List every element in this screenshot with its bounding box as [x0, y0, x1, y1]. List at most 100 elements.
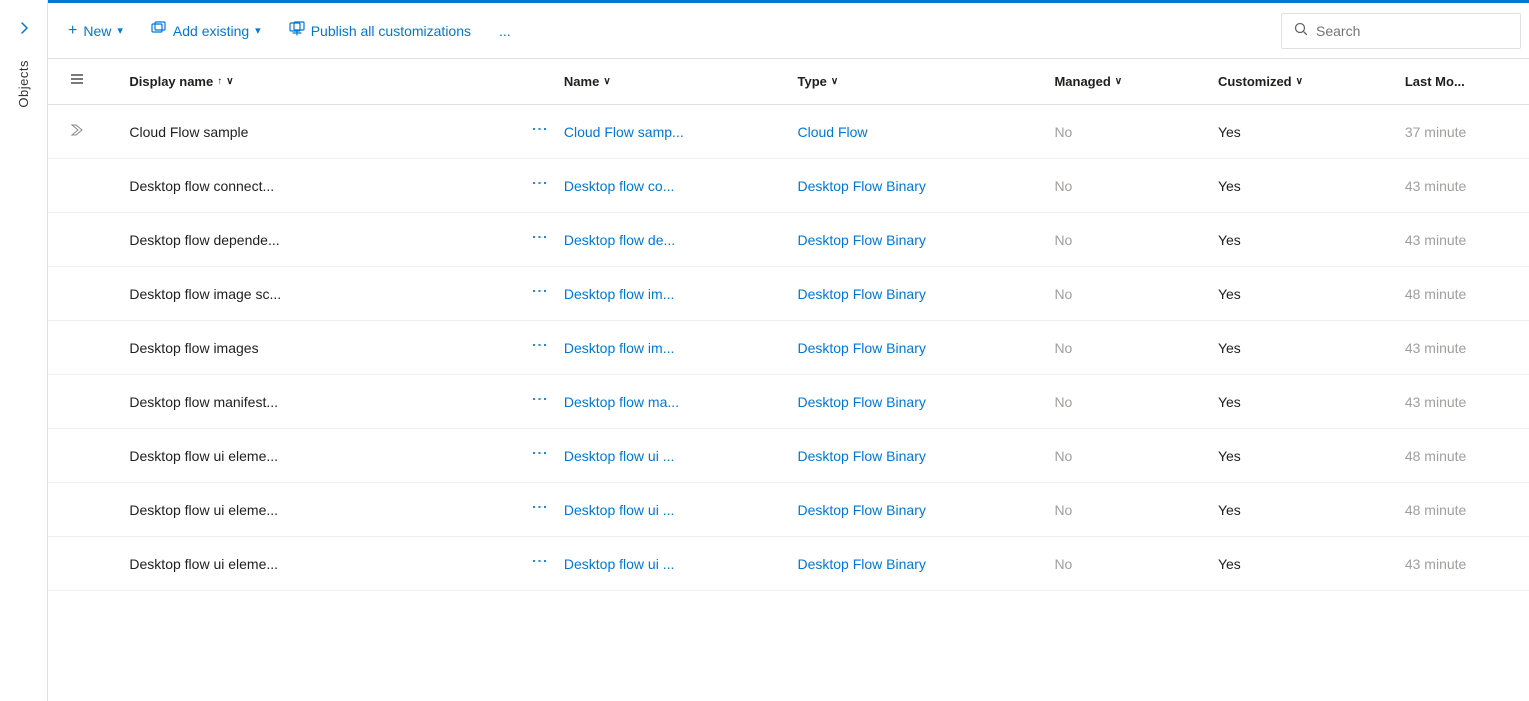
- new-chevron-icon[interactable]: ▾: [117, 24, 123, 37]
- row-menu-cell[interactable]: ⋮: [511, 537, 548, 591]
- name-sort[interactable]: Name ∨: [564, 74, 611, 89]
- add-existing-chevron-icon[interactable]: ▾: [255, 24, 261, 37]
- col-header-customized[interactable]: Customized ∨: [1202, 59, 1389, 105]
- search-input[interactable]: [1316, 23, 1508, 39]
- more-icon: ...: [499, 23, 511, 39]
- sort-desc-icon[interactable]: ∨: [226, 76, 233, 87]
- row-icon-cell: [48, 105, 113, 159]
- type-sort-icon[interactable]: ∨: [831, 76, 838, 87]
- table-row: Desktop flow ui eleme...⋮Desktop flow ui…: [48, 483, 1529, 537]
- row-context-menu-button[interactable]: ⋮: [527, 551, 548, 573]
- col-header-name[interactable]: Name ∨: [548, 59, 782, 105]
- row-customized: Yes: [1202, 267, 1389, 321]
- row-last-modified: 48 minute: [1389, 483, 1529, 537]
- row-menu-cell[interactable]: ⋮: [511, 321, 548, 375]
- row-name[interactable]: Desktop flow ui ...: [548, 537, 782, 591]
- row-type: Desktop Flow Binary: [781, 537, 1038, 591]
- row-managed: No: [1038, 483, 1202, 537]
- row-menu-cell[interactable]: ⋮: [511, 267, 548, 321]
- row-name[interactable]: Desktop flow im...: [548, 321, 782, 375]
- col-header-display-name[interactable]: Display name ↑ ∨: [113, 59, 510, 105]
- publish-button[interactable]: Publish all customizations: [277, 15, 483, 46]
- row-display-name: Desktop flow ui eleme...: [113, 429, 510, 483]
- row-name[interactable]: Desktop flow de...: [548, 213, 782, 267]
- table-body: Cloud Flow sample⋮Cloud Flow samp...Clou…: [48, 105, 1529, 591]
- main-content: + New ▾ Add existing ▾ Publis: [48, 0, 1529, 701]
- row-customized: Yes: [1202, 213, 1389, 267]
- sort-asc-icon[interactable]: ↑: [217, 76, 222, 87]
- col-header-menu: [511, 59, 548, 105]
- list-view-icon[interactable]: [69, 74, 85, 91]
- table-row: Desktop flow connect...⋮Desktop flow co.…: [48, 159, 1529, 213]
- row-context-menu-button[interactable]: ⋮: [527, 119, 548, 141]
- row-menu-cell[interactable]: ⋮: [511, 159, 548, 213]
- row-last-modified: 48 minute: [1389, 429, 1529, 483]
- row-menu-cell[interactable]: ⋮: [511, 213, 548, 267]
- row-managed: No: [1038, 267, 1202, 321]
- col-header-last-modified[interactable]: Last Mo...: [1389, 59, 1529, 105]
- row-context-menu-button[interactable]: ⋮: [527, 227, 548, 249]
- row-icon-cell: [48, 213, 113, 267]
- table-row: Desktop flow ui eleme...⋮Desktop flow ui…: [48, 537, 1529, 591]
- row-managed: No: [1038, 159, 1202, 213]
- name-sort-icon[interactable]: ∨: [603, 76, 610, 87]
- row-context-menu-button[interactable]: ⋮: [527, 497, 548, 519]
- row-menu-cell[interactable]: ⋮: [511, 429, 548, 483]
- row-last-modified: 43 minute: [1389, 213, 1529, 267]
- row-name[interactable]: Desktop flow im...: [548, 267, 782, 321]
- row-name[interactable]: Desktop flow co...: [548, 159, 782, 213]
- more-button[interactable]: ...: [487, 17, 523, 45]
- col-header-type[interactable]: Type ∨: [781, 59, 1038, 105]
- customized-sort[interactable]: Customized ∨: [1218, 74, 1303, 89]
- row-customized: Yes: [1202, 537, 1389, 591]
- toolbar: + New ▾ Add existing ▾ Publis: [48, 3, 1529, 59]
- row-managed: No: [1038, 105, 1202, 159]
- customized-sort-icon[interactable]: ∨: [1296, 76, 1303, 87]
- add-existing-icon: [151, 21, 167, 40]
- new-button[interactable]: + New ▾: [56, 16, 135, 46]
- managed-sort[interactable]: Managed ∨: [1054, 74, 1122, 89]
- row-type: Desktop Flow Binary: [781, 267, 1038, 321]
- display-name-sort[interactable]: Display name ↑ ∨: [129, 74, 233, 89]
- row-display-name: Desktop flow manifest...: [113, 375, 510, 429]
- add-existing-button[interactable]: Add existing ▾: [139, 15, 273, 46]
- row-customized: Yes: [1202, 429, 1389, 483]
- row-icon-cell: [48, 537, 113, 591]
- row-name[interactable]: Cloud Flow samp...: [548, 105, 782, 159]
- row-customized: Yes: [1202, 159, 1389, 213]
- search-icon: [1294, 22, 1308, 39]
- row-name[interactable]: Desktop flow ui ...: [548, 429, 782, 483]
- row-context-menu-button[interactable]: ⋮: [527, 335, 548, 357]
- row-customized: Yes: [1202, 105, 1389, 159]
- row-last-modified: 48 minute: [1389, 267, 1529, 321]
- table-row: Cloud Flow sample ⋮Cloud Flow samp...Clou…: [48, 105, 1529, 159]
- row-menu-cell[interactable]: ⋮: [511, 105, 548, 159]
- search-box[interactable]: [1281, 13, 1521, 49]
- new-label: New: [83, 23, 111, 39]
- type-sort[interactable]: Type ∨: [797, 74, 838, 89]
- row-context-menu-button[interactable]: ⋮: [527, 389, 548, 411]
- row-display-name: Cloud Flow sample: [113, 105, 510, 159]
- row-menu-cell[interactable]: ⋮: [511, 375, 548, 429]
- row-context-menu-button[interactable]: ⋮: [527, 443, 548, 465]
- publish-icon: [289, 21, 305, 40]
- row-context-menu-button[interactable]: ⋮: [527, 281, 548, 303]
- row-type: Cloud Flow: [781, 105, 1038, 159]
- plus-icon: +: [68, 22, 77, 40]
- col-header-managed[interactable]: Managed ∨: [1038, 59, 1202, 105]
- row-menu-cell[interactable]: ⋮: [511, 483, 548, 537]
- managed-sort-icon[interactable]: ∨: [1115, 76, 1122, 87]
- row-context-menu-button[interactable]: ⋮: [527, 173, 548, 195]
- publish-label: Publish all customizations: [311, 23, 471, 39]
- objects-label: Objects: [16, 60, 31, 108]
- row-name[interactable]: Desktop flow ui ...: [548, 483, 782, 537]
- add-existing-label: Add existing: [173, 23, 249, 39]
- row-icon-cell: [48, 267, 113, 321]
- row-managed: No: [1038, 429, 1202, 483]
- objects-table: Display name ↑ ∨ Name ∨: [48, 59, 1529, 591]
- row-managed: No: [1038, 375, 1202, 429]
- row-name[interactable]: Desktop flow ma...: [548, 375, 782, 429]
- table-row: Desktop flow manifest... ⋮Desktop flow ma…: [48, 375, 1529, 429]
- row-type: Desktop Flow Binary: [781, 483, 1038, 537]
- sidebar-toggle-button[interactable]: [8, 12, 40, 44]
